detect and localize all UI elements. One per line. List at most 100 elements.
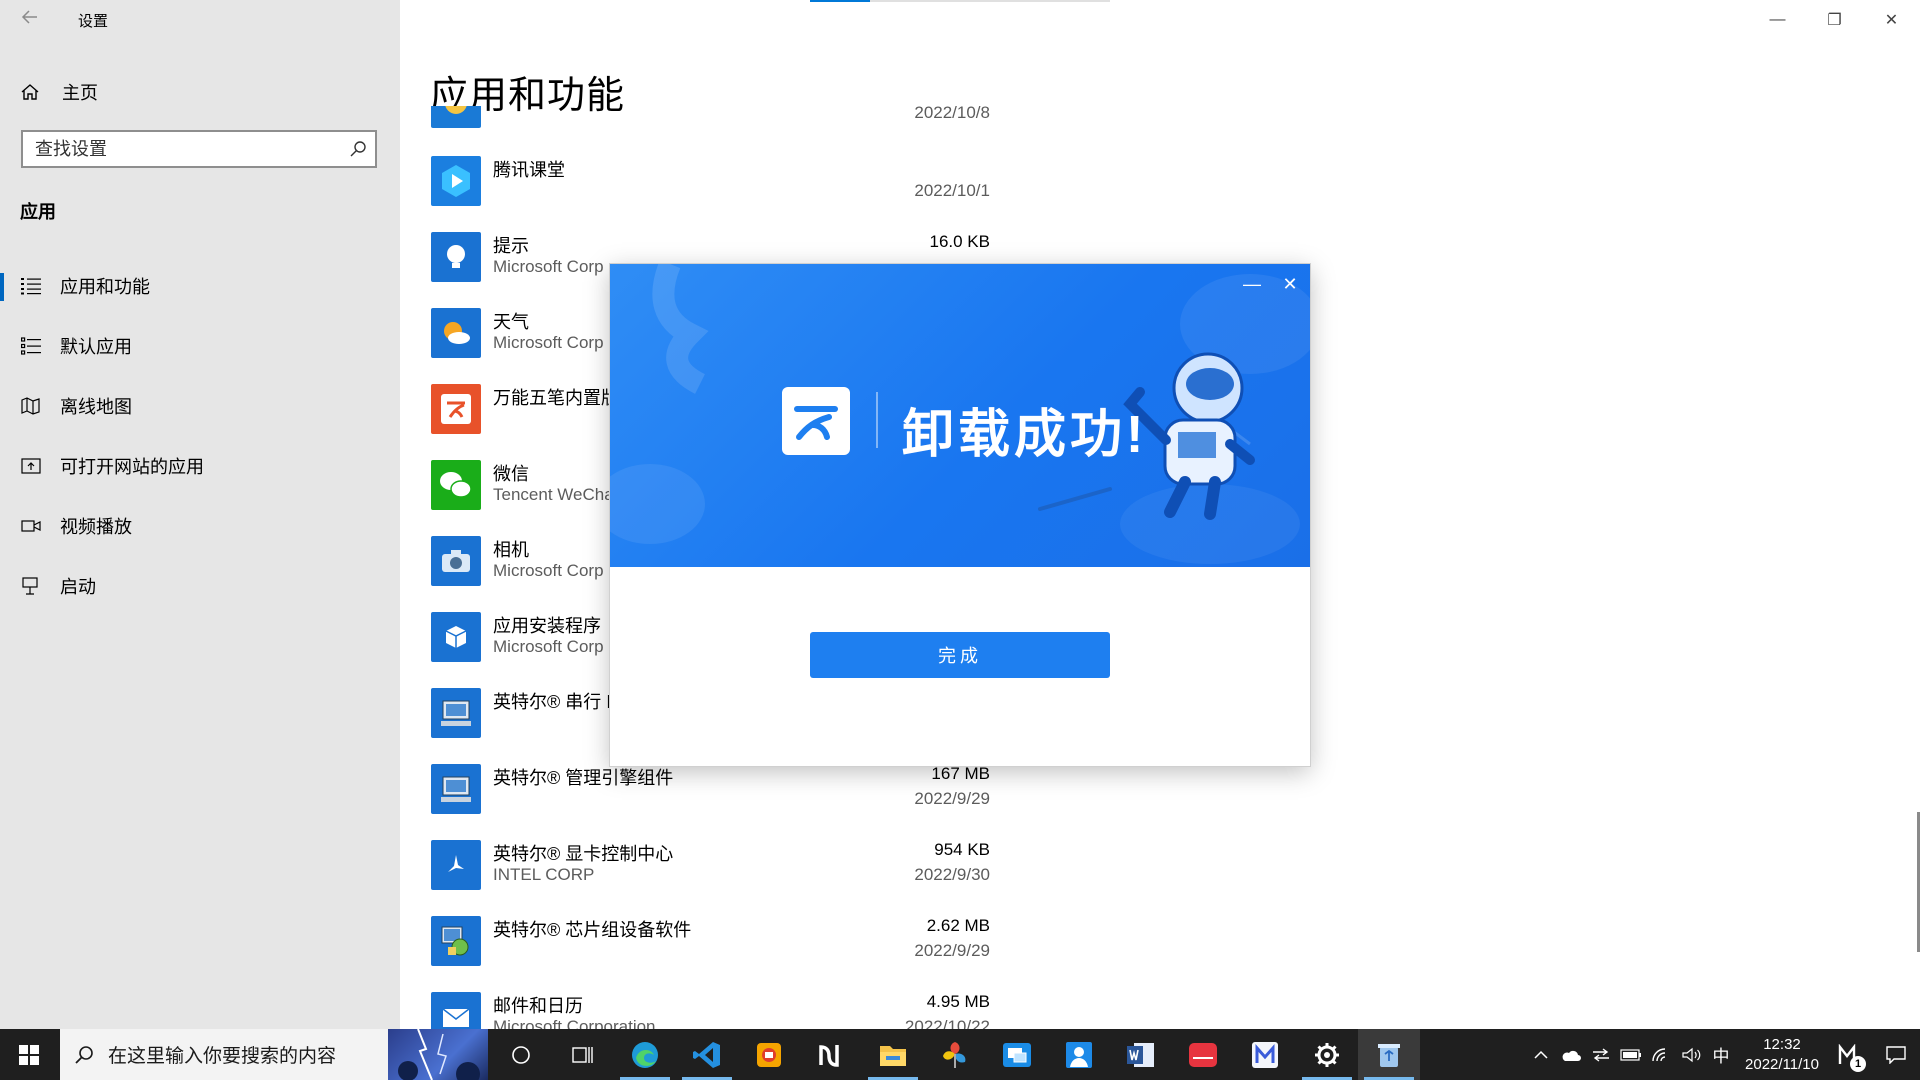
sidebar-item-startup[interactable]: 启动 <box>0 556 400 616</box>
wubi-ime-icon <box>431 384 481 434</box>
taskbar-search-box[interactable]: 在这里输入你要搜索的内容 <box>60 1029 488 1080</box>
window-close-button[interactable]: ✕ <box>1863 0 1920 40</box>
taskbar-clock[interactable]: 12:32 2022/11/10 <box>1736 1035 1828 1075</box>
settings-search-box[interactable] <box>21 130 377 168</box>
app-name: 应用安装程序 <box>493 616 601 636</box>
wifi-icon[interactable] <box>1646 1029 1676 1080</box>
app-name: 提示 <box>493 236 529 256</box>
camera-icon <box>431 536 481 586</box>
app-row[interactable]: 英特尔® 芯片组设备软件 2.62 MB 2022/9/29 <box>430 916 990 992</box>
taskbar-app-notion[interactable] <box>800 1029 862 1080</box>
app-publisher: INTEL CORP <box>493 865 595 884</box>
network-transfer-icon[interactable] <box>1586 1029 1616 1080</box>
window-title: 设置 <box>78 13 109 30</box>
system-tray: 中 12:32 2022/11/10 1 <box>1526 1029 1920 1080</box>
app-row[interactable]: 英特尔® 管理引擎组件 167 MB 2022/9/29 <box>430 764 990 840</box>
sidebar-item-video-playback[interactable]: 视频播放 <box>0 496 400 556</box>
app-size: 167 MB <box>931 764 990 783</box>
volume-icon[interactable] <box>1676 1029 1706 1080</box>
contacts-icon <box>1066 1041 1092 1068</box>
app-publisher: Tencent WeCha <box>493 485 614 504</box>
app-publisher: Microsoft Corp <box>493 257 604 276</box>
window-controls: — ❐ ✕ <box>1749 0 1920 40</box>
timeline-icon <box>572 1046 593 1063</box>
taskbar-app-timeline[interactable] <box>552 1029 614 1080</box>
sidebar-item-apps-for-websites[interactable]: 可打开网站的应用 <box>0 436 400 496</box>
app-row[interactable]: 2022/10/8 <box>430 106 990 154</box>
app-name: 英特尔® 管理引擎组件 <box>493 768 674 788</box>
sidebar-item-label: 应用和功能 <box>60 277 150 297</box>
taskbar-app-recycle[interactable] <box>1358 1029 1420 1080</box>
task-view-button[interactable] <box>490 1029 552 1080</box>
settings-search-input[interactable] <box>23 137 337 161</box>
taskbar-app-word[interactable] <box>1110 1029 1172 1080</box>
battery-icon[interactable] <box>1616 1029 1646 1080</box>
taskbar-app-edge[interactable] <box>614 1029 676 1080</box>
tray-overflow-chevron-icon[interactable] <box>1526 1029 1556 1080</box>
sidebar-item-apps-features[interactable]: 应用和功能 <box>0 256 400 316</box>
search-icon[interactable] <box>349 140 367 158</box>
taskbar-app-file-explorer[interactable] <box>862 1029 924 1080</box>
startup-icon <box>20 575 42 597</box>
uninstall-success-text: 卸载成功! <box>902 406 1148 464</box>
clock-time: 12:32 <box>1763 1035 1801 1053</box>
taskbar-search-placeholder: 在这里输入你要搜索的内容 <box>108 1046 337 1067</box>
taskbar-app-pinwheel[interactable] <box>924 1029 986 1080</box>
notification-icon <box>1886 1045 1906 1064</box>
dialog-banner: — ✕ 卸载成功! <box>610 264 1310 567</box>
windows-logo-icon <box>19 1044 39 1065</box>
task-view-icon <box>512 1045 530 1064</box>
done-button[interactable]: 完成 <box>810 632 1110 678</box>
window-minimize-button[interactable]: — <box>1749 0 1806 40</box>
notification-count-badge: 1 <box>1850 1056 1866 1072</box>
app-size: 4.95 MB <box>926 992 990 1011</box>
tencent-classroom-icon <box>431 156 481 206</box>
taskbar-app-settings[interactable] <box>1296 1029 1358 1080</box>
tray-m-app-icon[interactable]: 1 <box>1828 1029 1872 1080</box>
app-name: 万能五笔内置版 <box>493 388 619 408</box>
taskbar-app-huawei[interactable] <box>1172 1029 1234 1080</box>
app-pinwheel-icon <box>943 1041 966 1068</box>
window-restore-button[interactable]: ❐ <box>1806 0 1863 40</box>
dialog-minimize-button[interactable]: — <box>1240 272 1264 296</box>
taskbar-app-contacts[interactable] <box>1048 1029 1110 1080</box>
taskbar-app-remote-desktop[interactable] <box>986 1029 1048 1080</box>
wanneng-logo-icon <box>782 387 850 455</box>
action-center-button[interactable] <box>1872 1029 1920 1080</box>
sidebar-item-offline-maps[interactable]: 离线地图 <box>0 376 400 436</box>
app-m-icon <box>1252 1041 1278 1068</box>
uninstall-dialog: — ✕ 卸载成功! 完成 <box>610 264 1310 766</box>
app-publisher: Microsoft Corp <box>493 333 604 352</box>
taskbar-app-orange[interactable] <box>738 1029 800 1080</box>
back-arrow-icon[interactable] <box>18 6 42 34</box>
onedrive-cloud-icon[interactable] <box>1556 1029 1586 1080</box>
file-explorer-icon <box>880 1045 906 1066</box>
dialog-close-button[interactable]: ✕ <box>1278 272 1302 296</box>
huawei-icon <box>1189 1042 1217 1067</box>
app-date: 2022/10/22 <box>904 1017 990 1029</box>
sidebar-home[interactable]: 主页 <box>20 78 98 106</box>
search-highlight-art <box>388 1029 488 1080</box>
sidebar-item-default-apps[interactable]: 默认应用 <box>0 316 400 376</box>
taskbar-app-m[interactable] <box>1234 1029 1296 1080</box>
start-button[interactable] <box>0 1029 58 1080</box>
app-row[interactable]: 英特尔® 显卡控制中心 INTEL CORP 954 KB 2022/9/30 <box>430 840 990 916</box>
recycle-app-icon <box>1378 1043 1400 1067</box>
taskbar-apps <box>490 1029 1420 1080</box>
vscode-icon <box>693 1041 720 1068</box>
sidebar-nav: 应用和功能 默认应用 离线地图 可打开网站的应用 视频播放 启动 <box>0 256 400 616</box>
app-row[interactable]: 邮件和日历 Microsoft Corporation 4.95 MB 2022… <box>430 992 990 1029</box>
default-apps-icon <box>20 335 42 357</box>
taskbar-app-vscode[interactable] <box>676 1029 738 1080</box>
app-date: 2022/10/1 <box>914 181 990 200</box>
sidebar-section-title: 应用 <box>20 202 56 222</box>
ime-indicator[interactable]: 中 <box>1706 1029 1736 1080</box>
app-row[interactable]: 腾讯课堂 2022/10/1 <box>430 156 990 232</box>
sidebar-item-label: 离线地图 <box>60 397 132 417</box>
home-icon <box>21 84 39 100</box>
intel-graphics-icon <box>431 840 481 890</box>
app-date: 2022/9/30 <box>914 865 990 884</box>
clock-date: 2022/11/10 <box>1745 1055 1819 1073</box>
loading-indicator <box>810 0 1110 2</box>
sidebar-home-label: 主页 <box>62 83 98 103</box>
